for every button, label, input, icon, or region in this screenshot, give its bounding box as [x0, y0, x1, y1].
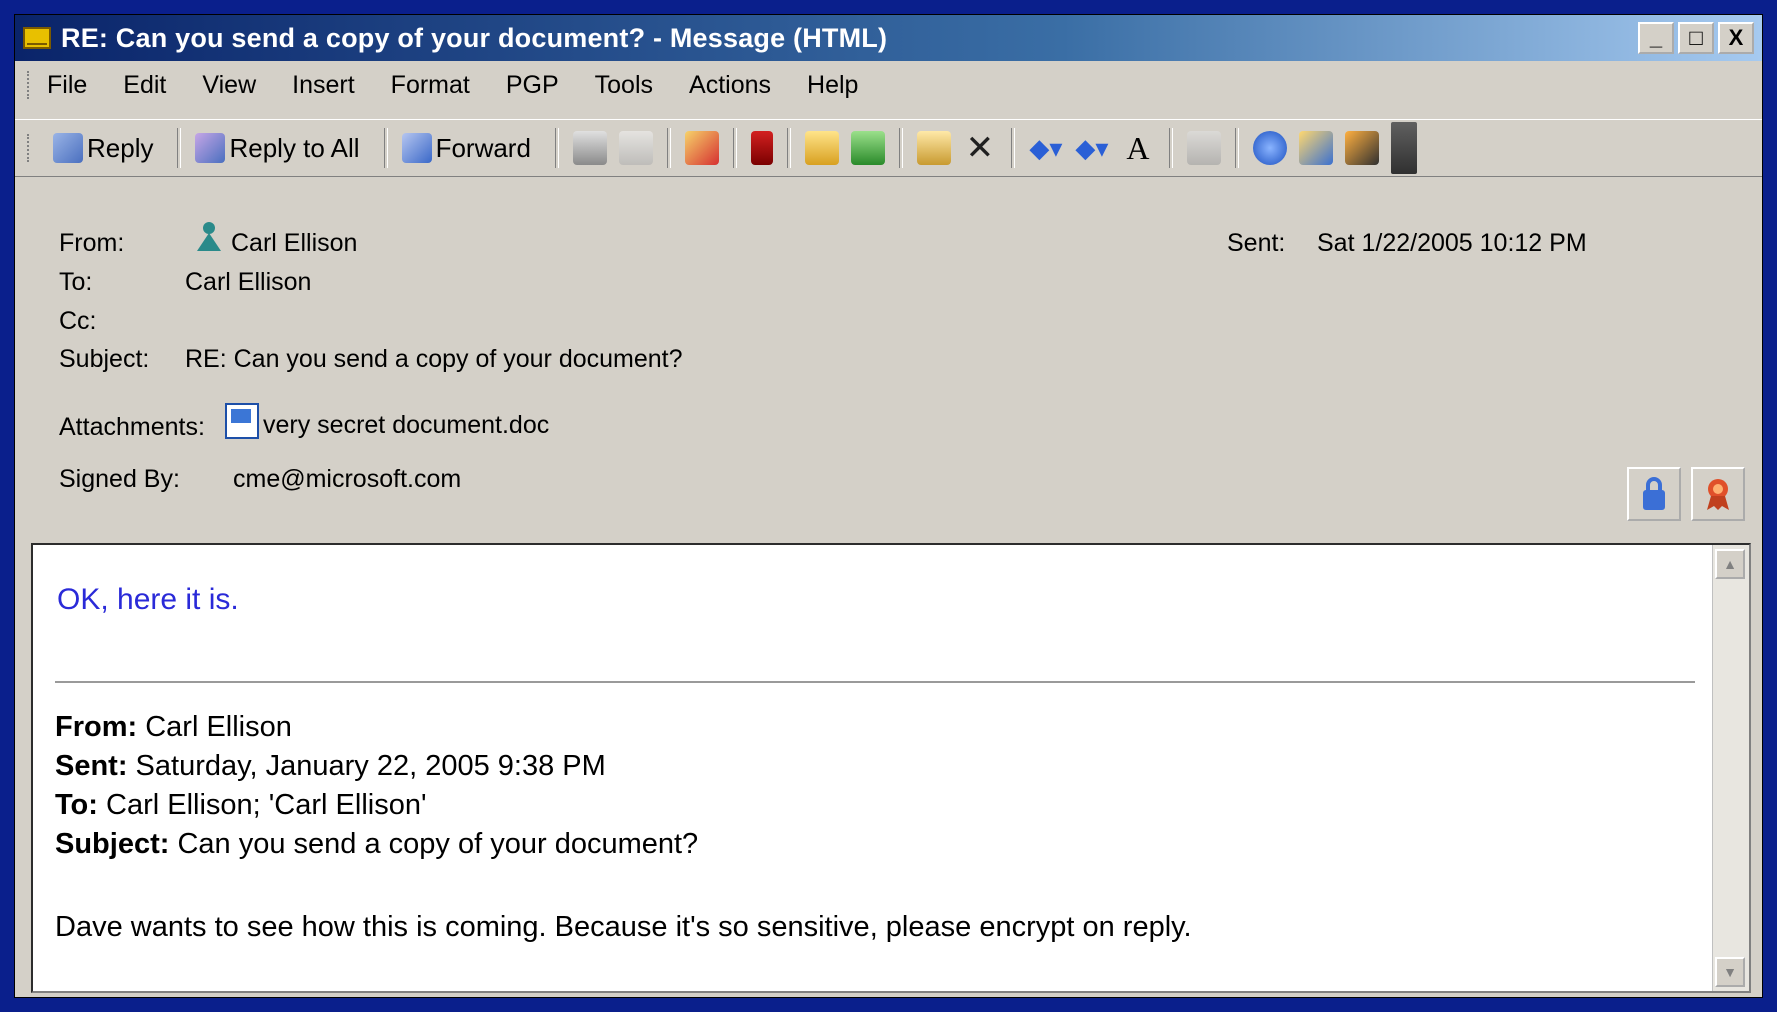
window-title: RE: Can you send a copy of your document… [61, 22, 888, 53]
from-label: From: [59, 229, 125, 257]
original-subject-value: Can you send a copy of your document? [169, 828, 699, 860]
forward-button[interactable]: Forward [396, 125, 537, 171]
previous-icon[interactable]: ◆▾ [1029, 131, 1063, 165]
subject-value: RE: Can you send a copy of your document… [185, 345, 683, 373]
original-sent-label: Sent: [55, 750, 128, 782]
signed-by-value: cme@microsoft.com [233, 465, 462, 493]
standard-toolbar: Reply Reply to All Forward ✕ ◆▾ ◆▾ A [15, 119, 1762, 177]
menu-view[interactable]: View [202, 71, 256, 100]
delete-icon[interactable]: ✕ [963, 131, 997, 165]
move-icon[interactable] [916, 131, 951, 165]
copy-icon[interactable] [618, 131, 653, 165]
save-icon[interactable] [850, 131, 885, 165]
flag-icon[interactable] [750, 131, 773, 165]
toolbar-grip[interactable] [27, 134, 33, 162]
title-bar[interactable]: RE: Can you send a copy of your document… [15, 15, 1762, 61]
open-folder-icon[interactable] [804, 131, 839, 165]
menu-grip[interactable] [27, 71, 33, 99]
menu-actions[interactable]: Actions [689, 71, 771, 100]
categorize-icon[interactable] [684, 131, 719, 165]
help-icon[interactable] [1252, 131, 1287, 165]
contact-icon[interactable] [193, 219, 225, 253]
toolbar-options-icon[interactable] [1390, 122, 1417, 174]
vertical-scrollbar[interactable]: ▲ ▼ [1712, 545, 1749, 991]
toolbar-separator [732, 128, 737, 168]
menu-help[interactable]: Help [807, 71, 858, 100]
attachment-name[interactable]: very secret document.doc [263, 411, 549, 440]
toolbar-separator [177, 128, 182, 168]
original-message-text: Dave wants to see how this is coming. Be… [55, 911, 1192, 943]
to-value[interactable]: Carl Ellison [185, 268, 311, 297]
lock-icon [1643, 477, 1665, 510]
original-to-label: To: [55, 789, 98, 821]
minimize-button[interactable]: _ [1638, 22, 1674, 54]
message-body[interactable]: OK, here it is. From: Carl Ellison Sent:… [31, 543, 1751, 993]
signed-by-label: Signed By: [59, 465, 180, 493]
message-window: RE: Can you send a copy of your document… [14, 14, 1763, 998]
font-size-icon[interactable]: A [1121, 131, 1155, 165]
reply-label: Reply [87, 132, 154, 163]
word-document-icon[interactable] [225, 403, 259, 439]
print-icon[interactable] [572, 131, 607, 165]
envelope-icon [23, 27, 51, 49]
window-controls: _ □ X [1638, 22, 1754, 54]
original-subject-label: Subject: [55, 828, 170, 860]
toolbar-separator [1234, 128, 1239, 168]
from-value[interactable]: Carl Ellison [231, 229, 357, 258]
subject-label: Subject: [59, 345, 150, 373]
original-sent: Sent: Saturday, January 22, 2005 9:38 PM [55, 750, 606, 783]
quote-divider [55, 681, 1695, 683]
pgp-encrypt-icon[interactable] [1298, 131, 1333, 165]
encryption-status-button[interactable] [1627, 467, 1681, 521]
original-subject: Subject: Can you send a copy of your doc… [55, 828, 698, 861]
reply-all-label: Reply to All [229, 132, 360, 163]
sent-value: Sat 1/22/2005 10:12 PM [1317, 229, 1587, 257]
scroll-down-button[interactable]: ▼ [1715, 957, 1745, 987]
reply-text: OK, here it is. [57, 583, 239, 616]
menu-format[interactable]: Format [391, 71, 470, 100]
pgp-sign-icon[interactable] [1344, 131, 1379, 165]
close-button[interactable]: X [1718, 22, 1754, 54]
menu-bar: File Edit View Insert Format PGP Tools A… [15, 63, 1762, 107]
toolbar-separator [786, 128, 791, 168]
scroll-up-button[interactable]: ▲ [1715, 549, 1745, 579]
original-to-value: Carl Ellison; 'Carl Ellison' [97, 789, 427, 821]
reply-icon [53, 133, 83, 163]
menu-pgp[interactable]: PGP [506, 71, 559, 100]
sent-label: Sent: [1227, 229, 1286, 257]
attachments-label: Attachments: [59, 413, 205, 441]
toolbar-separator [666, 128, 671, 168]
original-sent-value: Saturday, January 22, 2005 9:38 PM [127, 750, 606, 782]
original-from-label: From: [55, 711, 138, 743]
original-to: To: Carl Ellison; 'Carl Ellison' [55, 789, 427, 822]
reply-button[interactable]: Reply [47, 125, 159, 171]
toolbar-separator [898, 128, 903, 168]
address-book-icon[interactable] [1186, 131, 1221, 165]
cc-label: Cc: [59, 307, 97, 335]
original-from-value: Carl Ellison [137, 711, 292, 743]
menu-edit[interactable]: Edit [123, 71, 166, 100]
certificate-ribbon-icon [1707, 479, 1729, 510]
menu-tools[interactable]: Tools [595, 71, 653, 100]
maximize-button[interactable]: □ [1678, 22, 1714, 54]
toolbar-separator [1168, 128, 1173, 168]
toolbar-separator [1010, 128, 1015, 168]
signature-status-button[interactable] [1691, 467, 1745, 521]
forward-label: Forward [435, 132, 531, 163]
reply-all-button[interactable]: Reply to All [189, 125, 365, 171]
toolbar-separator [554, 128, 559, 168]
toolbar-separator [383, 128, 388, 168]
menu-insert[interactable]: Insert [292, 71, 355, 100]
forward-icon [401, 133, 432, 163]
reply-all-icon [195, 133, 226, 163]
to-label: To: [59, 268, 93, 296]
original-from: From: Carl Ellison [55, 711, 292, 744]
next-icon[interactable]: ◆▾ [1075, 131, 1109, 165]
menu-file[interactable]: File [47, 71, 87, 100]
